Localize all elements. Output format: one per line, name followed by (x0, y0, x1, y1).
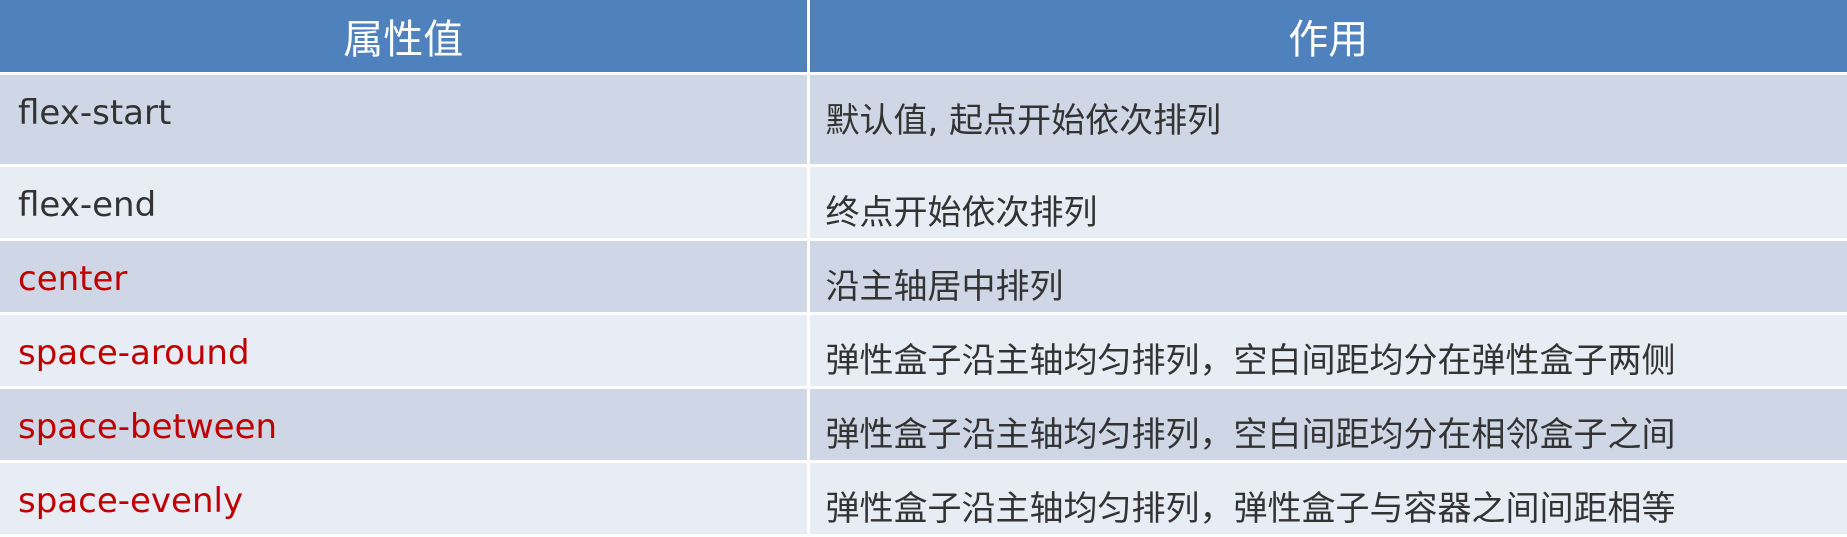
table-body: flex-start 默认值, 起点开始依次排列 flex-end 终点开始依次… (0, 73, 1847, 537)
effect-cell: 弹性盒子沿主轴均匀排列，空白间距均分在相邻盒子之间 (808, 387, 1847, 463)
effect-cell: 终点开始依次排列 (808, 165, 1847, 241)
effect-cell: 默认值, 起点开始依次排列 (808, 73, 1847, 167)
table-row: space-evenly 弹性盒子沿主轴均匀排列，弹性盒子与容器之间间距相等 (0, 461, 1847, 537)
property-value-cell: space-between (0, 387, 810, 463)
property-value-cell: flex-start (0, 73, 810, 167)
header-property-value: 属性值 (0, 0, 810, 75)
effect-cell: 弹性盒子沿主轴均匀排列，弹性盒子与容器之间间距相等 (808, 461, 1847, 537)
effect-cell: 弹性盒子沿主轴均匀排列，空白间距均分在弹性盒子两侧 (808, 313, 1847, 389)
property-table: 属性值 作用 flex-start 默认值, 起点开始依次排列 flex-end… (0, 0, 1847, 537)
table-header: 属性值 作用 (0, 0, 1847, 75)
property-value-cell: space-around (0, 313, 810, 389)
property-value-cell: center (0, 239, 810, 315)
table-row: flex-start 默认值, 起点开始依次排列 (0, 73, 1847, 167)
header-row: 属性值 作用 (0, 0, 1847, 75)
table-row: flex-end 终点开始依次排列 (0, 165, 1847, 241)
table-row: space-around 弹性盒子沿主轴均匀排列，空白间距均分在弹性盒子两侧 (0, 313, 1847, 389)
header-effect: 作用 (808, 0, 1847, 75)
effect-cell: 沿主轴居中排列 (808, 239, 1847, 315)
property-value-cell: space-evenly (0, 461, 810, 537)
table-row: space-between 弹性盒子沿主轴均匀排列，空白间距均分在相邻盒子之间 (0, 387, 1847, 463)
property-value-cell: flex-end (0, 165, 810, 241)
table-row: center 沿主轴居中排列 (0, 239, 1847, 315)
flex-justify-table: 属性值 作用 flex-start 默认值, 起点开始依次排列 flex-end… (0, 0, 1847, 537)
